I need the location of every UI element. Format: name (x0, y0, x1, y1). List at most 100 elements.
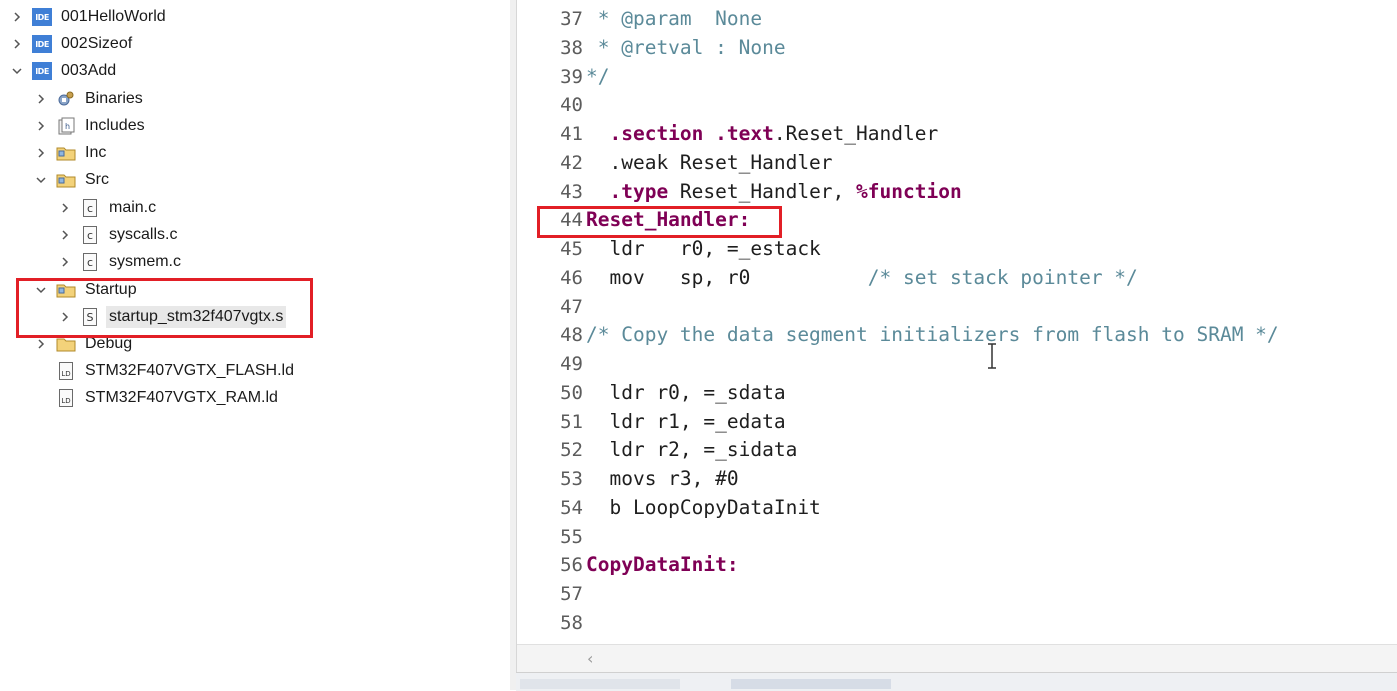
code-line[interactable]: movs r3, #0 (586, 465, 739, 494)
code-line[interactable]: ldr r0, =_estack (586, 235, 821, 264)
code-token: ldr r0, =_estack (586, 237, 821, 260)
chevron-right-icon[interactable] (10, 37, 24, 51)
tree-item-includes[interactable]: h Includes (34, 113, 148, 139)
line-number: 43 (560, 180, 583, 203)
code-line[interactable]: /* Copy the data segment initializers fr… (586, 321, 1279, 350)
code-line[interactable]: mov sp, r0 /* set stack pointer */ (586, 264, 1138, 293)
code-line[interactable]: */ (586, 63, 609, 92)
chevron-down-icon[interactable] (34, 173, 48, 187)
code-line[interactable]: CopyDataInit: (586, 551, 739, 580)
code-line[interactable]: .section .text.Reset_Handler (586, 120, 938, 149)
line-number: 49 (560, 353, 583, 375)
c-file-icon: c (83, 226, 97, 244)
tree-item-binaries[interactable]: Binaries (34, 86, 146, 112)
highlight-box-startup (16, 278, 313, 338)
code-token: %function (856, 179, 962, 203)
line-number-ruler: 37 38 39 40 41 42 43 44 45 46 47 48 49 50 51 52 53 54 55 56… (517, 0, 585, 640)
tree-item-label: 001HelloWorld (61, 8, 166, 25)
ibeam-cursor-icon (987, 343, 997, 369)
line-number: 47 (560, 295, 583, 318)
code-editor[interactable]: 37 38 39 40 41 42 43 44 45 46 47 48 49 50 51 52 53 54 55 56… (516, 0, 1397, 673)
tree-item-001helloworld[interactable]: IDE 001HelloWorld (10, 4, 169, 30)
tree-item-label: Src (85, 171, 109, 188)
line-number: 41 (560, 123, 583, 145)
tree-item-label: main.c (109, 199, 157, 216)
project-explorer: IDE 001HelloWorld IDE 002Sizeof IDE 003A… (0, 0, 512, 690)
binaries-icon (56, 89, 76, 109)
chevron-right-icon[interactable] (34, 146, 48, 160)
code-token: Reset_Handler, (668, 179, 857, 203)
line-number: 53 (560, 468, 583, 490)
code-token: movs r3, #0 (586, 467, 739, 490)
tree-item-src[interactable]: Src (34, 167, 112, 193)
code-token: CopyDataInit: (586, 553, 739, 577)
code-line[interactable]: b LoopCopyDataInit (586, 494, 821, 523)
line-number: 55 (560, 525, 583, 548)
code-token: b LoopCopyDataInit (586, 495, 821, 519)
line-number: 51 (560, 410, 583, 433)
tree-item-ram-ld[interactable]: LD STM32F407VGTX_RAM.ld (34, 385, 281, 411)
highlight-box-reset-handler (537, 206, 782, 238)
code-line[interactable]: .type Reset_Handler, %function (586, 178, 962, 207)
panel-tab[interactable] (520, 679, 680, 689)
chevron-down-icon[interactable] (10, 64, 24, 78)
tree-item-label: syscalls.c (109, 226, 178, 243)
line-number: 58 (560, 611, 583, 634)
code-token: mov sp, r0 (586, 265, 868, 289)
chevron-right-icon[interactable] (58, 255, 72, 269)
tree-item-label: Binaries (85, 90, 143, 107)
tree-item-label: STM32F407VGTX_RAM.ld (85, 389, 278, 406)
tree-item-sysmem-c[interactable]: c sysmem.c (58, 249, 184, 275)
code-line[interactable]: ldr r0, =_sdata (586, 379, 786, 408)
code-token: .Reset_Handler (773, 122, 939, 145)
includes-icon: h (56, 116, 76, 136)
code-line[interactable]: ldr r1, =_edata (586, 408, 785, 437)
code-token: .weak Reset_Handler (586, 150, 833, 174)
chevron-right-icon[interactable] (34, 92, 48, 106)
code-token: /* Copy the data segment initializers fr… (586, 323, 1279, 347)
bottom-panel-tabs (516, 672, 1397, 691)
linker-file-icon: LD (59, 362, 73, 380)
code-token: .section .text (609, 122, 774, 145)
chevron-right-icon[interactable] (58, 201, 72, 215)
svg-text:h: h (65, 122, 70, 131)
ide-project-icon: IDE (32, 8, 52, 26)
linker-file-icon: LD (59, 389, 73, 407)
tree-item-syscalls-c[interactable]: c syscalls.c (58, 222, 180, 248)
line-number: 37 (560, 8, 583, 30)
tree-item-label: sysmem.c (109, 253, 181, 270)
chevron-right-icon[interactable] (34, 337, 48, 351)
c-file-icon: c (83, 199, 97, 217)
horizontal-scrollbar[interactable]: ‹ (517, 644, 1397, 673)
code-token: ldr r0, =_sdata (586, 380, 786, 404)
code-token: .type (609, 179, 669, 203)
chevron-right-icon[interactable] (58, 228, 72, 242)
tree-item-003add[interactable]: IDE 003Add (10, 58, 119, 84)
tree-item-label: STM32F407VGTX_FLASH.ld (85, 362, 294, 379)
tree-item-flash-ld[interactable]: LD STM32F407VGTX_FLASH.ld (34, 358, 297, 384)
line-number: 38 (560, 36, 583, 59)
tree-item-002sizeof[interactable]: IDE 002Sizeof (10, 31, 135, 57)
code-token: /* set stack pointer */ (867, 265, 1138, 289)
panel-tab[interactable] (731, 679, 891, 689)
scroll-left-icon[interactable]: ‹ (587, 649, 593, 668)
code-line[interactable]: * @retval : None (586, 34, 786, 63)
source-folder-icon (56, 143, 76, 163)
line-number: 42 (560, 151, 583, 174)
tree-item-main-c[interactable]: c main.c (58, 195, 159, 221)
tree-item-inc[interactable]: Inc (34, 140, 109, 166)
line-number: 56 (560, 554, 583, 577)
chevron-right-icon[interactable] (10, 10, 24, 24)
code-line[interactable]: ldr r2, =_sidata (586, 436, 797, 465)
tree-item-label: Includes (85, 117, 145, 134)
tree-item-label: 002Sizeof (61, 35, 133, 52)
line-number: 46 (560, 266, 583, 289)
line-number: 45 (560, 238, 583, 260)
code-line[interactable]: .weak Reset_Handler (586, 149, 833, 178)
code-token: */ (586, 64, 610, 88)
chevron-right-icon[interactable] (34, 119, 48, 133)
source-folder-icon (56, 170, 76, 190)
code-line[interactable]: * @param None (586, 5, 762, 34)
line-number: 50 (560, 381, 583, 404)
